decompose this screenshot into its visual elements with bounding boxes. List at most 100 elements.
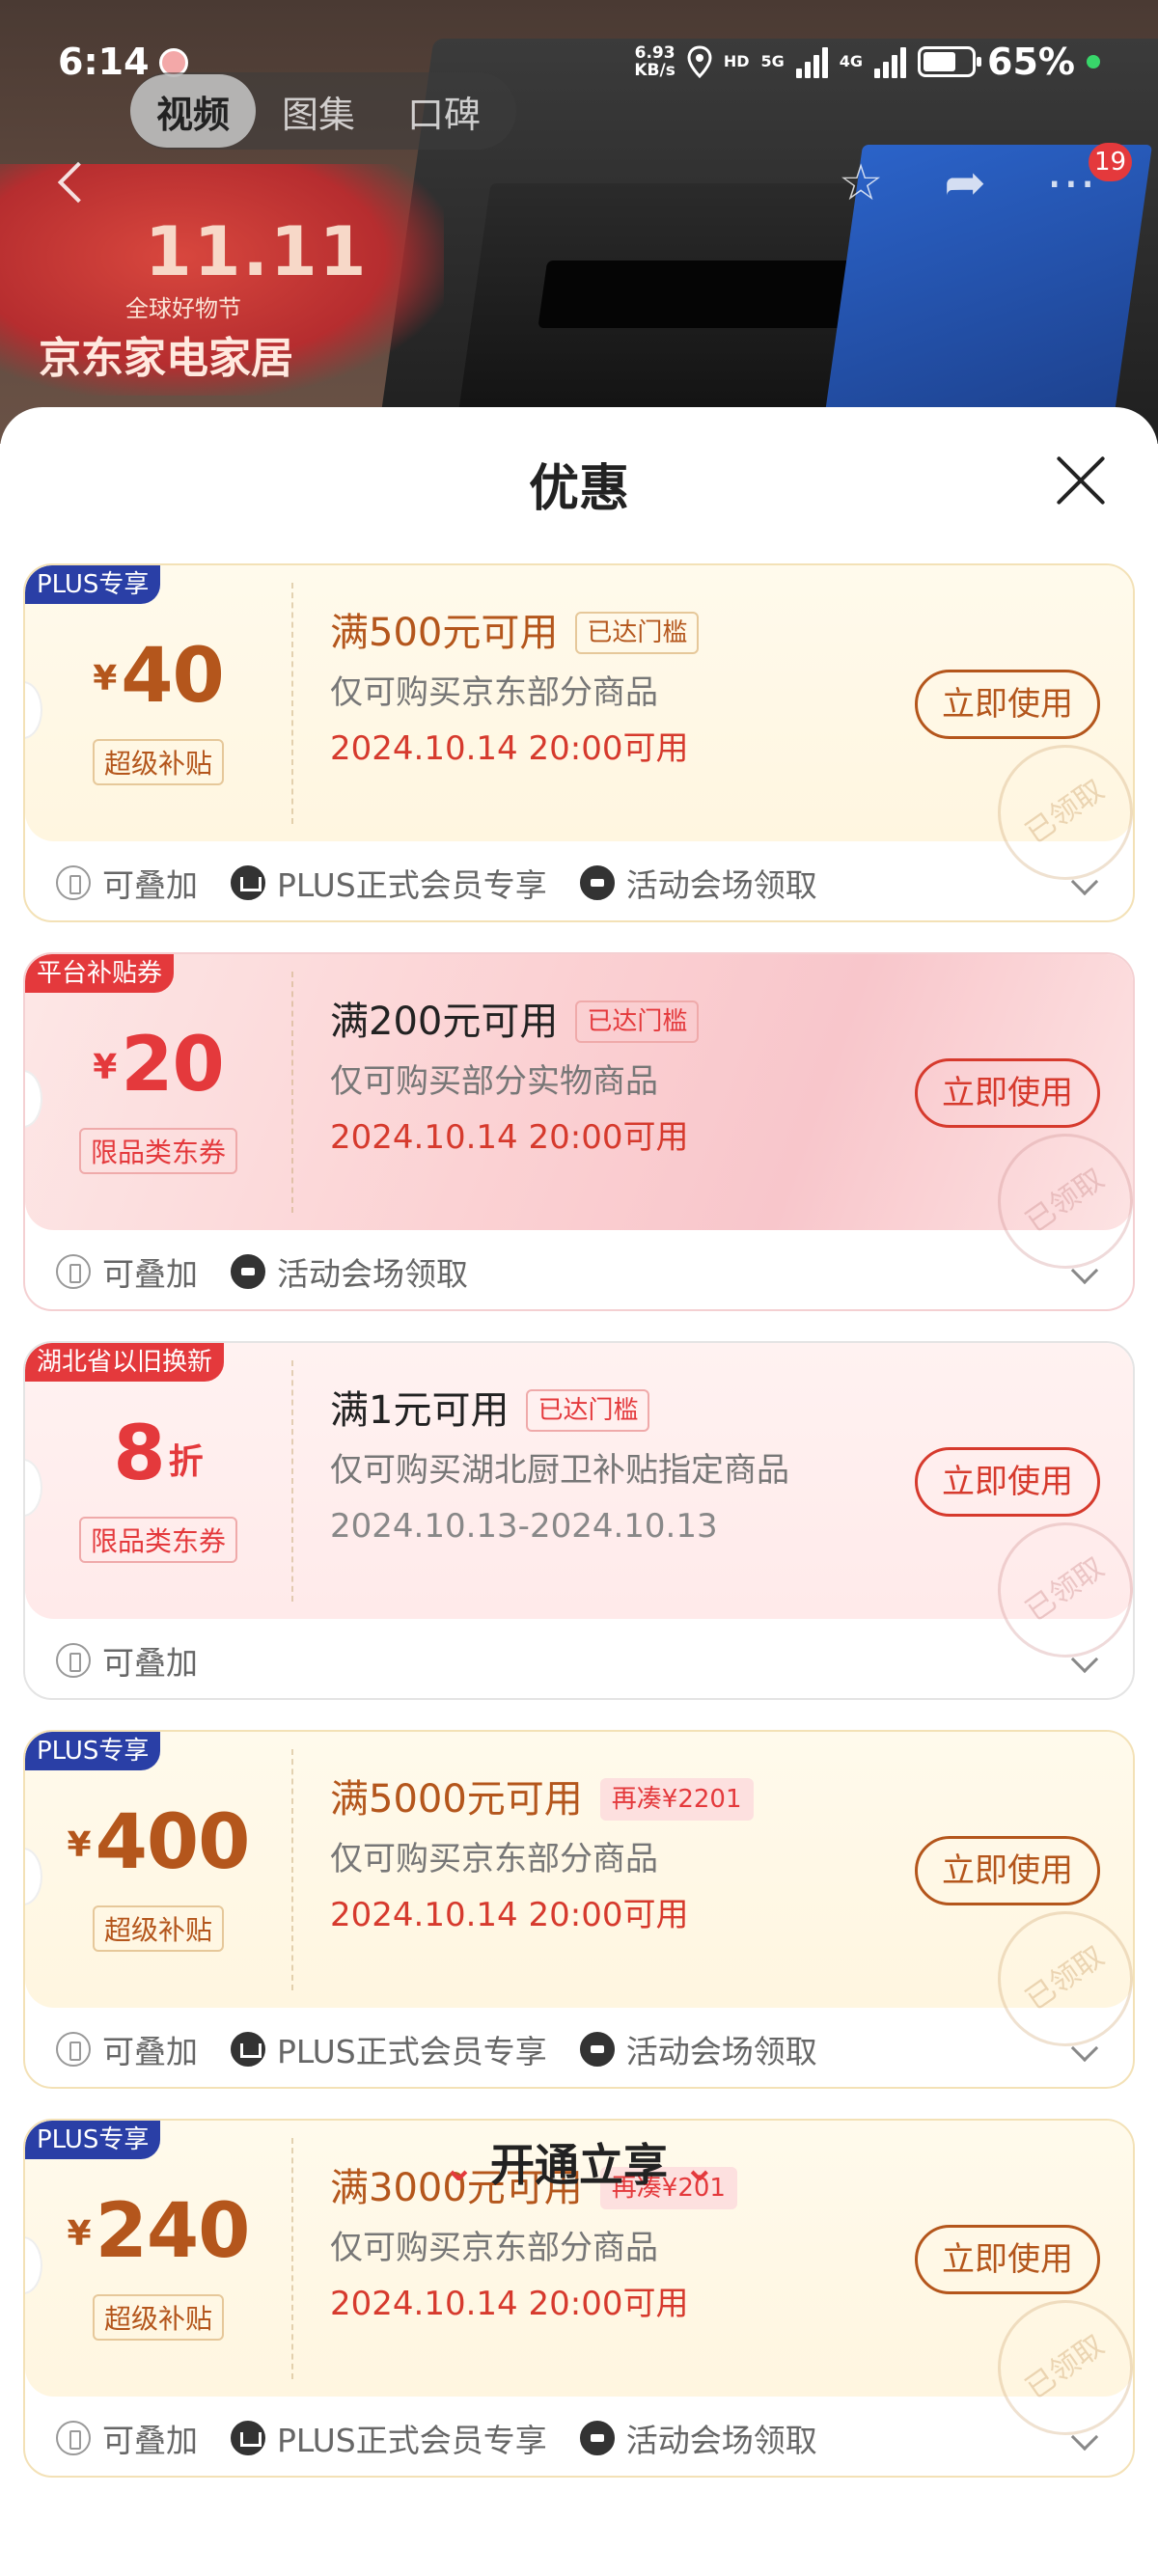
feature-label: 可叠加 <box>102 866 198 904</box>
coupon-description: 仅可购买京东部分商品 <box>330 673 658 712</box>
coupon-features: 可叠加 PLUS正式会员专享 活动会场领取 <box>56 849 817 917</box>
sim1-network: 5G <box>760 52 785 70</box>
stackable-icon <box>56 2032 91 2067</box>
stackable-icon <box>56 1643 91 1678</box>
coupon-sheet: 优惠 PLUS专享 ¥40 超级补贴 满500元可用 已达门槛 仅可购买京东部分商… <box>0 407 1158 2576</box>
status-time: 6:14 <box>58 41 150 83</box>
use-now-button[interactable]: 立即使用 <box>915 1058 1100 1128</box>
crown-icon <box>231 2421 265 2455</box>
share-icon[interactable]: ➦ <box>936 154 994 212</box>
feature-label: PLUS正式会员专享 <box>277 2033 547 2070</box>
claimed-stamp: 已领取 <box>971 718 1133 907</box>
feature-label: 活动会场领取 <box>277 1255 468 1293</box>
threshold-badge: 再凑¥2201 <box>599 1778 754 1821</box>
amount-value: 40 <box>121 633 225 720</box>
net-speed-value: 6.93 <box>634 43 676 63</box>
coupon-amount: ¥20 <box>25 1022 291 1109</box>
coupon-label: 限品类东券 <box>78 1517 237 1563</box>
battery-percent: 65% <box>987 41 1075 83</box>
coupon-amount: ¥400 <box>25 1799 291 1886</box>
coupon-tag: PLUS专享 <box>25 565 161 604</box>
coupon-features: 可叠加 活动会场领取 <box>56 1238 468 1305</box>
coupon-date: 2024.10.14 20:00可用 <box>330 729 689 768</box>
favorite-star-icon[interactable]: ☆ <box>832 154 890 212</box>
use-now-button[interactable]: 立即使用 <box>915 1447 1100 1517</box>
tab-gallery[interactable]: 图集 <box>256 74 381 148</box>
battery-icon <box>918 46 982 77</box>
venue-icon <box>579 2421 615 2455</box>
amount-value: 8 <box>113 1411 165 1497</box>
claimed-stamp: 已领取 <box>971 2273 1133 2462</box>
open-plus-link[interactable]: ⌄ 开通立享 ⌄ <box>0 2130 1158 2194</box>
sim2-network: 4G <box>839 52 864 70</box>
currency-symbol: ¥ <box>67 1825 92 1865</box>
claimed-stamp: 已领取 <box>971 1495 1133 1685</box>
coupon-amount: ¥240 <box>25 2188 291 2275</box>
feature-label: 活动会场领取 <box>625 2422 817 2459</box>
coupon-date: 2024.10.14 20:00可用 <box>330 1896 689 1934</box>
crown-icon <box>231 865 265 900</box>
net-speed-unit: KB/s <box>634 61 676 80</box>
feature-label: 活动会场领取 <box>625 866 817 904</box>
event-banner-title: 11.11 <box>145 212 369 291</box>
currency-symbol: ¥ <box>67 2214 92 2254</box>
event-banner-name: 京东家电家居 <box>39 334 293 383</box>
hd-icon: HD <box>723 52 750 70</box>
currency-symbol: ¥ <box>93 1048 118 1087</box>
chevron-down-icon: ⌄ <box>442 2146 475 2190</box>
close-icon[interactable] <box>1054 453 1108 507</box>
coupon-amount: 8折 <box>25 1411 291 1497</box>
coupon-condition: 满500元可用 <box>330 611 559 655</box>
back-icon[interactable] <box>48 154 96 212</box>
discount-unit: 折 <box>168 1442 204 1482</box>
coupon-amount: ¥40 <box>25 633 291 720</box>
feature-label: 可叠加 <box>102 2422 198 2459</box>
media-tabs: 视频 图集 口碑 <box>130 72 516 150</box>
stackable-icon <box>56 2421 91 2455</box>
coupon-features: 可叠加 PLUS正式会员专享 活动会场领取 <box>56 2015 817 2083</box>
coupon-card: PLUS专享 ¥400 超级补贴 满5000元可用 再凑¥2201 仅可购买京东部… <box>23 1730 1135 2089</box>
tab-video[interactable]: 视频 <box>130 74 256 148</box>
amount-value: 240 <box>95 2188 251 2275</box>
coupon-date: 2024.10.13-2024.10.13 <box>330 1507 718 1546</box>
feature-label: 可叠加 <box>102 1644 198 1682</box>
coupon-label: 超级补贴 <box>92 1905 224 1952</box>
feature-label: 活动会场领取 <box>625 2033 817 2070</box>
feature-label: PLUS正式会员专享 <box>277 2422 547 2459</box>
crown-icon <box>231 2032 265 2067</box>
sheet-title: 优惠 <box>528 460 629 518</box>
coupon-tag: 湖北省以旧换新 <box>25 1343 225 1382</box>
coupon-card: PLUS专享 ¥40 超级补贴 满500元可用 已达门槛 仅可购买京东部分商品 2… <box>23 563 1135 922</box>
threshold-badge: 已达门槛 <box>575 1000 700 1043</box>
venue-icon <box>579 865 615 900</box>
coupon-tag: PLUS专享 <box>25 1732 161 1770</box>
coupon-date: 2024.10.14 20:00可用 <box>330 2285 689 2323</box>
currency-symbol: ¥ <box>93 659 118 699</box>
coupon-label: 超级补贴 <box>92 739 224 785</box>
coupon-features: 可叠加 PLUS正式会员专享 活动会场领取 <box>56 2404 817 2472</box>
chevron-down-icon: ⌄ <box>683 2146 716 2190</box>
open-plus-label: 开通立享 <box>490 2139 668 2191</box>
use-now-button[interactable]: 立即使用 <box>915 1836 1100 1905</box>
location-icon <box>687 45 712 78</box>
message-badge: 19 <box>1089 143 1133 181</box>
coupon-label: 超级补贴 <box>92 2294 224 2341</box>
coupon-date: 2024.10.14 20:00可用 <box>330 1118 689 1157</box>
signal-icon-2 <box>874 45 907 78</box>
use-now-button[interactable]: 立即使用 <box>915 670 1100 739</box>
tab-reviews[interactable]: 口碑 <box>381 74 507 148</box>
coupon-condition: 满5000元可用 <box>330 1777 583 1822</box>
threshold-badge: 已达门槛 <box>575 612 700 654</box>
coupon-card: 湖北省以旧换新 8折 限品类东券 满1元可用 已达门槛 仅可购买湖北厨卫补贴指定商… <box>23 1341 1135 1700</box>
feature-label: 可叠加 <box>102 2033 198 2070</box>
signal-icon <box>795 45 828 78</box>
coupon-condition: 满200元可用 <box>330 1000 559 1044</box>
coupon-description: 仅可购买湖北厨卫补贴指定商品 <box>330 1451 789 1490</box>
use-now-button[interactable]: 立即使用 <box>915 2225 1100 2294</box>
venue-icon <box>579 2032 615 2067</box>
coupon-tag: 平台补贴券 <box>25 954 175 993</box>
claimed-stamp: 已领取 <box>971 1884 1133 2073</box>
coupon-features: 可叠加 <box>56 1627 198 1694</box>
coupon-description: 仅可购买京东部分商品 <box>330 1840 658 1878</box>
threshold-badge: 已达门槛 <box>526 1389 650 1432</box>
